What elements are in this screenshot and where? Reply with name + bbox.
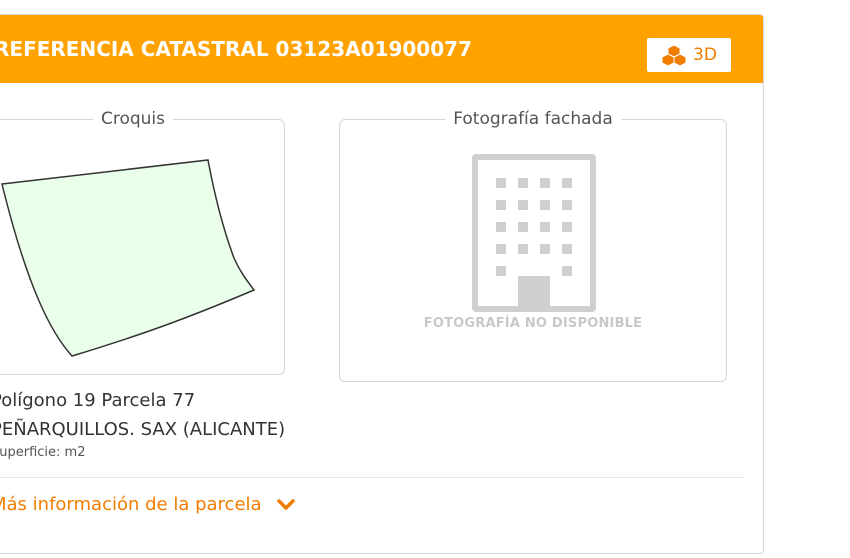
parcel-location: Polígono 19 Parcela 77 xyxy=(0,390,196,411)
building-icon xyxy=(472,154,596,312)
more-info-label: Más información de la parcela xyxy=(0,494,262,515)
parcel-sketch[interactable] xyxy=(0,120,284,374)
parcel-area: Superficie: m2 xyxy=(0,445,86,460)
cubes-icon xyxy=(661,44,687,66)
view-3d-button[interactable]: 3D xyxy=(647,38,731,72)
parcel-card: REFERENCIA CATASTRAL 03123A01900077 3D C… xyxy=(0,14,764,554)
no-photo-text: FOTOGRAFÍA NO DISPONIBLE xyxy=(423,316,643,331)
croquis-panel: Croquis xyxy=(0,109,285,375)
card-header: REFERENCIA CATASTRAL 03123A01900077 3D xyxy=(0,15,763,83)
facade-legend: Fotografía fachada xyxy=(445,109,621,129)
cadastral-reference-title: REFERENCIA CATASTRAL 03123A01900077 xyxy=(0,37,472,61)
divider xyxy=(0,477,743,478)
view-3d-label: 3D xyxy=(693,45,717,65)
chevron-down-icon xyxy=(276,498,295,510)
more-info-link[interactable]: Más información de la parcela xyxy=(0,494,296,515)
facade-photo-panel: Fotografía fachada FOTOGRAFÍA NO DISPONI… xyxy=(339,109,727,382)
parcel-place: PEÑARQUILLOS. SAX (ALICANTE) xyxy=(0,419,286,440)
